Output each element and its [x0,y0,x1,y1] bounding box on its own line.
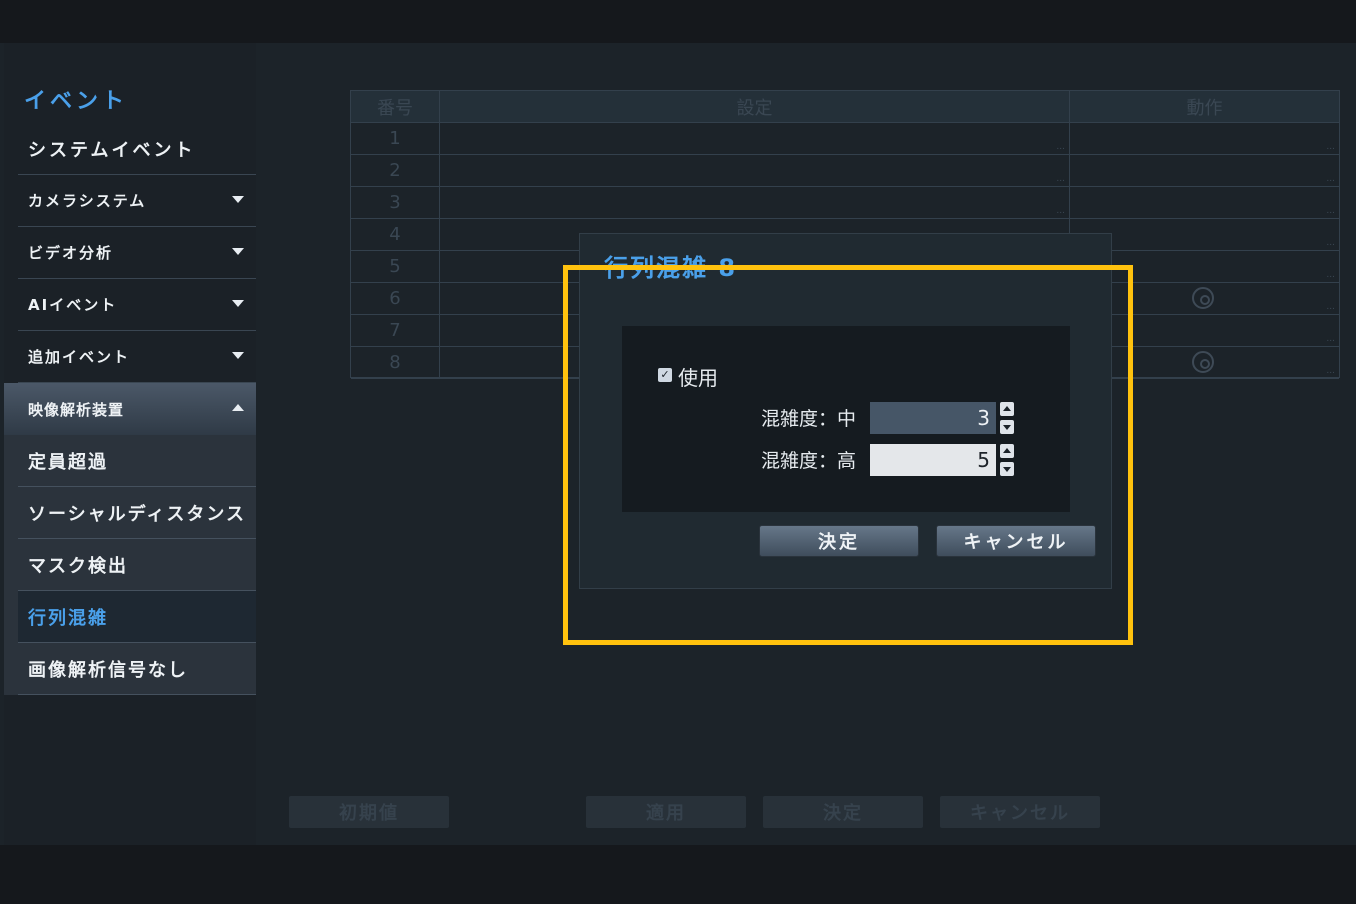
sidebar-item-label: ビデオ分析 [28,244,114,262]
ellipsis-icon: ... [1326,174,1335,184]
table-header-settings: 設定 [440,91,1070,122]
sidebar-subitem-no-analysis-signal[interactable]: 画像解析信号なし [18,643,256,695]
chevron-down-icon [232,196,244,203]
table-header-number: 番号 [351,91,440,122]
sidebar-item-label: 追加イベント [28,348,131,366]
sidebar-subitem-occupancy[interactable]: 定員超過 [18,435,256,487]
row-settings-cell[interactable]: ... [440,155,1070,186]
sidebar-item-ai-event[interactable]: AIイベント [18,279,256,331]
sidebar-subitem-label: 定員超過 [28,451,108,473]
ellipsis-icon: ... [1326,302,1335,312]
spin-up-icon[interactable] [1000,444,1014,458]
default-button[interactable]: 初期値 [289,796,449,828]
dialog-cancel-button[interactable]: キャンセル [936,525,1096,557]
dialog-panel: ✓ 使用 混雑度：中 混雑度：高 [622,326,1070,512]
ellipsis-icon: ... [1326,334,1335,344]
sidebar-item-system-event[interactable]: システムイベント [18,123,256,175]
chevron-up-icon [232,404,244,411]
chevron-down-icon [232,352,244,359]
row-number: 8 [351,347,440,378]
main-frame: イベント システムイベント カメラシステム ビデオ分析 AIイベント 追加イベン… [0,43,1356,845]
row-number: 4 [351,219,440,250]
sidebar-title: イベント [24,89,129,114]
row-number: 5 [351,251,440,282]
row-number: 3 [351,187,440,218]
row-number: 7 [351,315,440,346]
sidebar-subitem-label: 行列混雑 [28,607,108,629]
spin-down-icon[interactable] [1000,462,1014,476]
ellipsis-icon: ... [1326,270,1335,280]
ellipsis-icon: ... [1326,238,1335,248]
apply-button[interactable]: 適用 [586,796,746,828]
dialog-title: 行列混雑 8 [604,254,738,282]
sidebar-subitem-label: マスク検出 [28,555,128,577]
ok-button[interactable]: 決定 [763,796,923,828]
row-number: 1 [351,123,440,154]
sidebar-item-label: カメラシステム [28,192,147,210]
queue-congestion-dialog: 行列混雑 8 ✓ 使用 混雑度：中 混雑度：高 決定 キャンセル [579,233,1112,589]
sidebar-subitem-mask-detection[interactable]: マスク検出 [18,539,256,591]
row-settings-cell[interactable]: ... [440,123,1070,154]
row-action-cell[interactable]: ... [1070,155,1339,186]
sidebar-group-label: 映像解析装置 [28,400,125,419]
table-row[interactable]: 3 ... ... [351,187,1339,219]
spin-down-icon[interactable] [1000,420,1014,434]
sidebar-item-label: AIイベント [28,296,118,314]
ellipsis-icon: ... [1056,174,1065,184]
ellipsis-icon: ... [1056,142,1065,152]
table-row[interactable]: 2 ... ... [351,155,1339,187]
table-header-action: 動作 [1186,97,1223,119]
ellipsis-icon: ... [1326,142,1335,152]
row-settings-cell[interactable]: ... [440,187,1070,218]
row-number: 2 [351,155,440,186]
sidebar-subitem-label: 画像解析信号なし [28,659,188,681]
sidebar-subitem-social-distance[interactable]: ソーシャルディスタンス [18,487,256,539]
sidebar: イベント システムイベント カメラシステム ビデオ分析 AIイベント 追加イベン… [4,43,256,845]
cancel-button[interactable]: キャンセル [940,796,1100,828]
chevron-down-icon [232,300,244,307]
sidebar-subitem-queue-congestion[interactable]: 行列混雑 [18,591,256,643]
ellipsis-icon: ... [1326,206,1335,216]
table-header: 番号 設定 動作 [351,91,1339,123]
chevron-down-icon [232,248,244,255]
dialog-ok-button[interactable]: 決定 [759,525,919,557]
congestion-high-label: 混雑度：高 [760,450,856,472]
sidebar-item-label: システムイベント [28,139,196,161]
app-window: イベント システムイベント カメラシステム ビデオ分析 AIイベント 追加イベン… [0,0,1356,904]
sidebar-item-additional-event[interactable]: 追加イベント [18,331,256,383]
use-checkbox-label: 使用 [678,366,718,390]
spin-up-icon[interactable] [1000,402,1014,416]
congestion-mid-label: 混雑度：中 [760,408,856,430]
congestion-mid-input[interactable] [870,402,996,434]
row-action-cell[interactable]: ... [1070,123,1339,154]
use-checkbox[interactable]: ✓ [658,368,672,382]
row-number: 6 [351,283,440,314]
ellipsis-icon: ... [1056,206,1065,216]
sidebar-subitems: 定員超過 ソーシャルディスタンス マスク検出 行列混雑 画像解析信号なし [4,435,256,695]
row-action-cell[interactable]: ... [1070,187,1339,218]
sidebar-subitem-label: ソーシャルディスタンス [28,503,247,525]
table-row[interactable]: 1 ... ... [351,123,1339,155]
settings-gear-icon[interactable] [1192,287,1214,309]
ellipsis-icon: ... [1326,366,1335,376]
settings-gear-icon[interactable] [1192,351,1214,373]
sidebar-item-camera-system[interactable]: カメラシステム [18,175,256,227]
sidebar-group-video-analytics-device[interactable]: 映像解析装置 [4,383,256,435]
congestion-high-input[interactable] [870,444,996,476]
sidebar-item-video-analysis[interactable]: ビデオ分析 [18,227,256,279]
